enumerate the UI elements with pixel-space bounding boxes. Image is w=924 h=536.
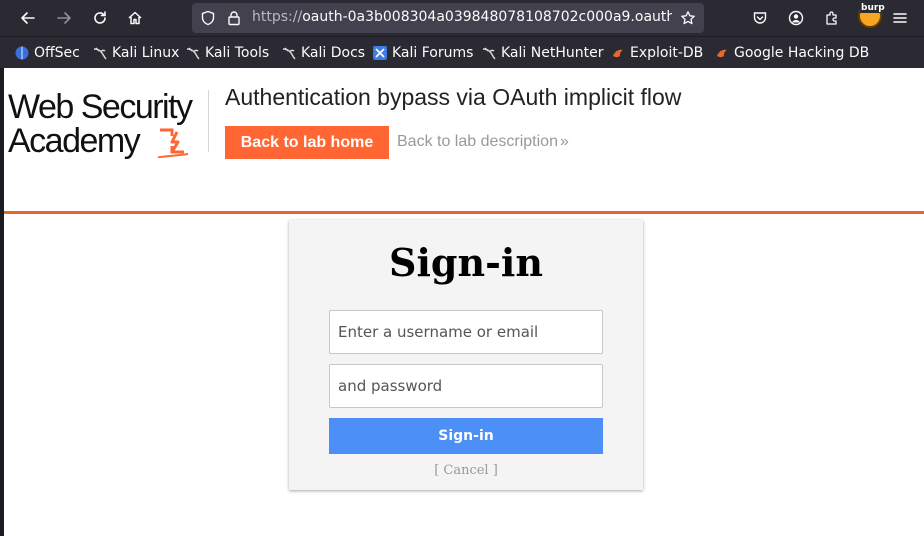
bookmark-exploit-db[interactable]: Exploit-DB — [610, 44, 703, 62]
bookmarks-bar: OffSec Kali Linux Kali Tools Kali Docs K… — [0, 36, 924, 68]
bookmark-label: Exploit-DB — [630, 45, 704, 61]
browser-toolbar: https://oauth-0a3b008304a039848078108702… — [0, 0, 924, 36]
exploit-db-icon — [717, 49, 727, 58]
menu-icon[interactable] — [888, 6, 912, 30]
home-icon[interactable] — [121, 4, 149, 32]
back-to-lab-description-link[interactable]: Back to lab description» — [397, 133, 569, 151]
lock-icon[interactable] — [226, 10, 242, 26]
back-to-lab-home-button[interactable]: Back to lab home — [225, 126, 389, 159]
burp-label: burp — [860, 3, 886, 13]
exploit-db-icon — [613, 49, 623, 58]
bookmark-label: Kali Linux — [112, 45, 180, 61]
logo-line-2: Academy — [8, 122, 141, 160]
bookmark-kali-forums[interactable]: Kali Forums — [372, 44, 473, 62]
logo-bolt-icon — [158, 128, 188, 158]
kali-dragon-icon — [482, 47, 496, 60]
signin-button[interactable]: Sign-in — [329, 418, 603, 454]
bookmark-label: Kali Forums — [392, 45, 474, 61]
kali-dragon-icon — [93, 47, 107, 60]
url-text[interactable]: https://oauth-0a3b008304a039848078108702… — [252, 9, 672, 25]
tracking-shield-icon[interactable] — [200, 10, 216, 26]
page-content: Web Security Academy Authentication bypa… — [4, 68, 924, 536]
signin-title: Sign-in — [389, 240, 543, 285]
double-chevron-right-icon: » — [559, 133, 569, 150]
username-input[interactable] — [329, 310, 603, 354]
offsec-icon — [15, 46, 29, 60]
bookmark-label: Google Hacking DB — [734, 45, 870, 61]
forward-arrow-icon[interactable] — [50, 4, 78, 32]
bookmark-label: Kali NetHunter — [501, 45, 604, 61]
cancel-link[interactable]: [ Cancel ] — [289, 463, 643, 478]
bookmark-kali-linux[interactable]: Kali Linux — [92, 44, 179, 62]
bookmark-kali-nethunter[interactable]: Kali NetHunter — [481, 44, 603, 62]
lab-title: Authentication bypass via OAuth implicit… — [225, 84, 682, 110]
header-divider — [208, 90, 209, 152]
bookmark-star-icon[interactable] — [680, 10, 696, 26]
bookmark-label: Kali Tools — [205, 45, 270, 61]
account-icon[interactable] — [784, 6, 808, 30]
bookmark-label: Kali Docs — [301, 45, 366, 61]
extensions-icon[interactable] — [820, 6, 844, 30]
url-host: oauth-0a3b008304a039848078108702c000a9.o… — [302, 9, 672, 25]
logo-line-1: Web Security — [8, 88, 193, 126]
url-bar[interactable]: https://oauth-0a3b008304a039848078108702… — [192, 3, 704, 33]
lab-header: Web Security Academy Authentication bypa… — [4, 68, 924, 214]
url-scheme: https:// — [252, 9, 303, 25]
bookmark-label: OffSec — [34, 45, 80, 61]
bookmark-offsec[interactable]: OffSec — [14, 44, 80, 62]
signin-card: Sign-in Sign-in [ Cancel ] — [289, 220, 643, 490]
pocket-icon[interactable] — [748, 6, 772, 30]
bookmark-kali-tools[interactable]: Kali Tools — [185, 44, 269, 62]
bookmark-google-hacking-db[interactable]: Google Hacking DB — [714, 44, 869, 62]
web-security-academy-logo[interactable]: Web Security Academy — [8, 90, 204, 160]
kali-dragon-icon — [186, 47, 200, 60]
back-to-lab-description-label: Back to lab description — [397, 133, 558, 150]
reload-icon[interactable] — [86, 4, 114, 32]
password-input[interactable] — [329, 364, 603, 408]
kali-forums-icon — [373, 46, 387, 60]
back-arrow-icon[interactable] — [14, 4, 42, 32]
bookmark-kali-docs[interactable]: Kali Docs — [281, 44, 365, 62]
kali-dragon-icon — [282, 47, 296, 60]
